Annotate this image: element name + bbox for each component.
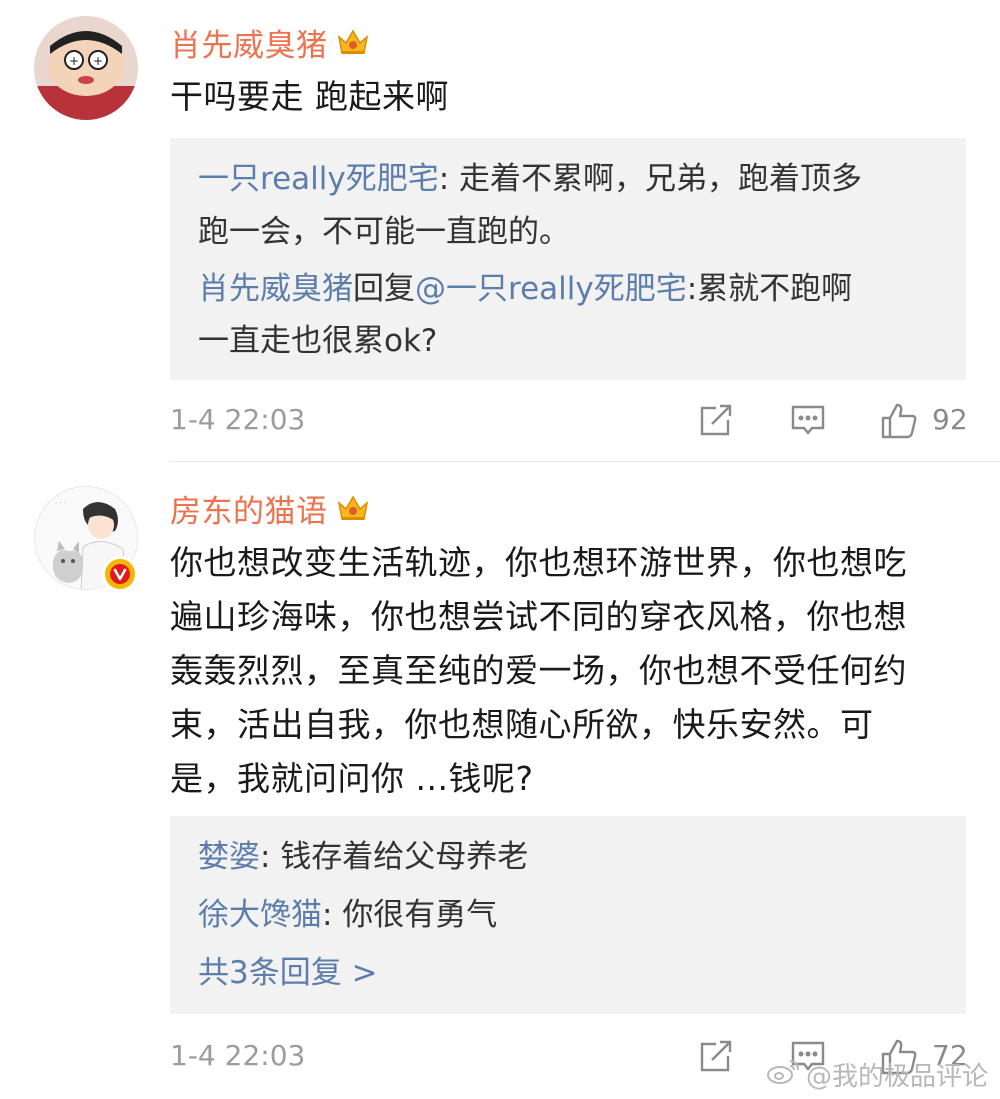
username-label: 肖先威臭猪 — [170, 27, 328, 64]
avatar[interactable]: + + — [34, 16, 138, 120]
svg-text:· · ·: · · · — [55, 499, 66, 507]
comment-text: 你也想改变生活轨迹，你也想环游世界，你也想吃 遍山珍海味，你也想尝试不同的穿衣风… — [170, 543, 907, 798]
reply-mention[interactable]: @一只really死肥宅 — [415, 271, 687, 307]
reply-text-continued: 跑一会，不可能一直跑的。 — [198, 214, 570, 250]
crown-icon — [336, 27, 370, 57]
svg-text:+: + — [93, 54, 103, 68]
repost-icon[interactable] — [698, 1038, 734, 1078]
like-icon[interactable] — [880, 402, 918, 444]
username-label: 房东的猫语 — [170, 493, 328, 530]
repost-icon[interactable] — [698, 402, 734, 442]
reply-item[interactable]: 徐大馋猫: 你很有勇气 — [198, 890, 938, 941]
comment-meta: 1-4 22:03 92 — [170, 400, 968, 442]
reply-item[interactable]: 肖先威臭猪回复@一只really死肥宅:累就不跑啊 — [198, 264, 938, 315]
comment-item: · · · 房东的猫语 你也想改变生活轨迹，你也想环游世界，你也想吃 遍山珍海味… — [0, 462, 1000, 1099]
reply-username[interactable]: 肖先威臭猪 — [198, 271, 353, 307]
reply-box[interactable]: 婪婆: 钱存着给父母养老 徐大馋猫: 你很有勇气 共3条回复 > — [170, 816, 966, 1014]
timestamp: 1-4 22:03 — [170, 1039, 306, 1072]
comment-item: + + 肖先威臭猪 干吗要走 跑起来啊 一只really死肥宅: 走着不累啊，兄… — [0, 0, 1000, 460]
reply-username[interactable]: 一只really死肥宅 — [198, 161, 439, 197]
more-replies-link[interactable]: 共3条回复 > — [198, 948, 938, 999]
svg-text:+: + — [69, 54, 79, 68]
username[interactable]: 肖先威臭猪 — [170, 22, 370, 64]
reply-item[interactable]: 婪婆: 钱存着给父母养老 — [198, 832, 938, 883]
like-count: 92 — [932, 403, 968, 436]
username[interactable]: 房东的猫语 — [170, 488, 370, 530]
comment-icon[interactable] — [790, 402, 826, 442]
watermark: @我的极品评论 — [766, 1056, 988, 1093]
comment-text: 干吗要走 跑起来啊 — [170, 77, 449, 116]
reply-username[interactable]: 婪婆 — [198, 839, 260, 875]
timestamp: 1-4 22:03 — [170, 403, 306, 436]
reply-text-continued: 一直走也很累ok? — [198, 323, 438, 359]
reply-username[interactable]: 徐大馋猫 — [198, 897, 322, 933]
weibo-logo-icon — [766, 1057, 800, 1092]
verified-badge-icon — [102, 556, 138, 592]
crown-icon — [336, 493, 370, 523]
reply-item[interactable]: 一只really死肥宅: 走着不累啊，兄弟，跑着顶多 — [198, 154, 938, 205]
reply-box[interactable]: 一只really死肥宅: 走着不累啊，兄弟，跑着顶多 跑一会，不可能一直跑的。 … — [170, 138, 966, 380]
